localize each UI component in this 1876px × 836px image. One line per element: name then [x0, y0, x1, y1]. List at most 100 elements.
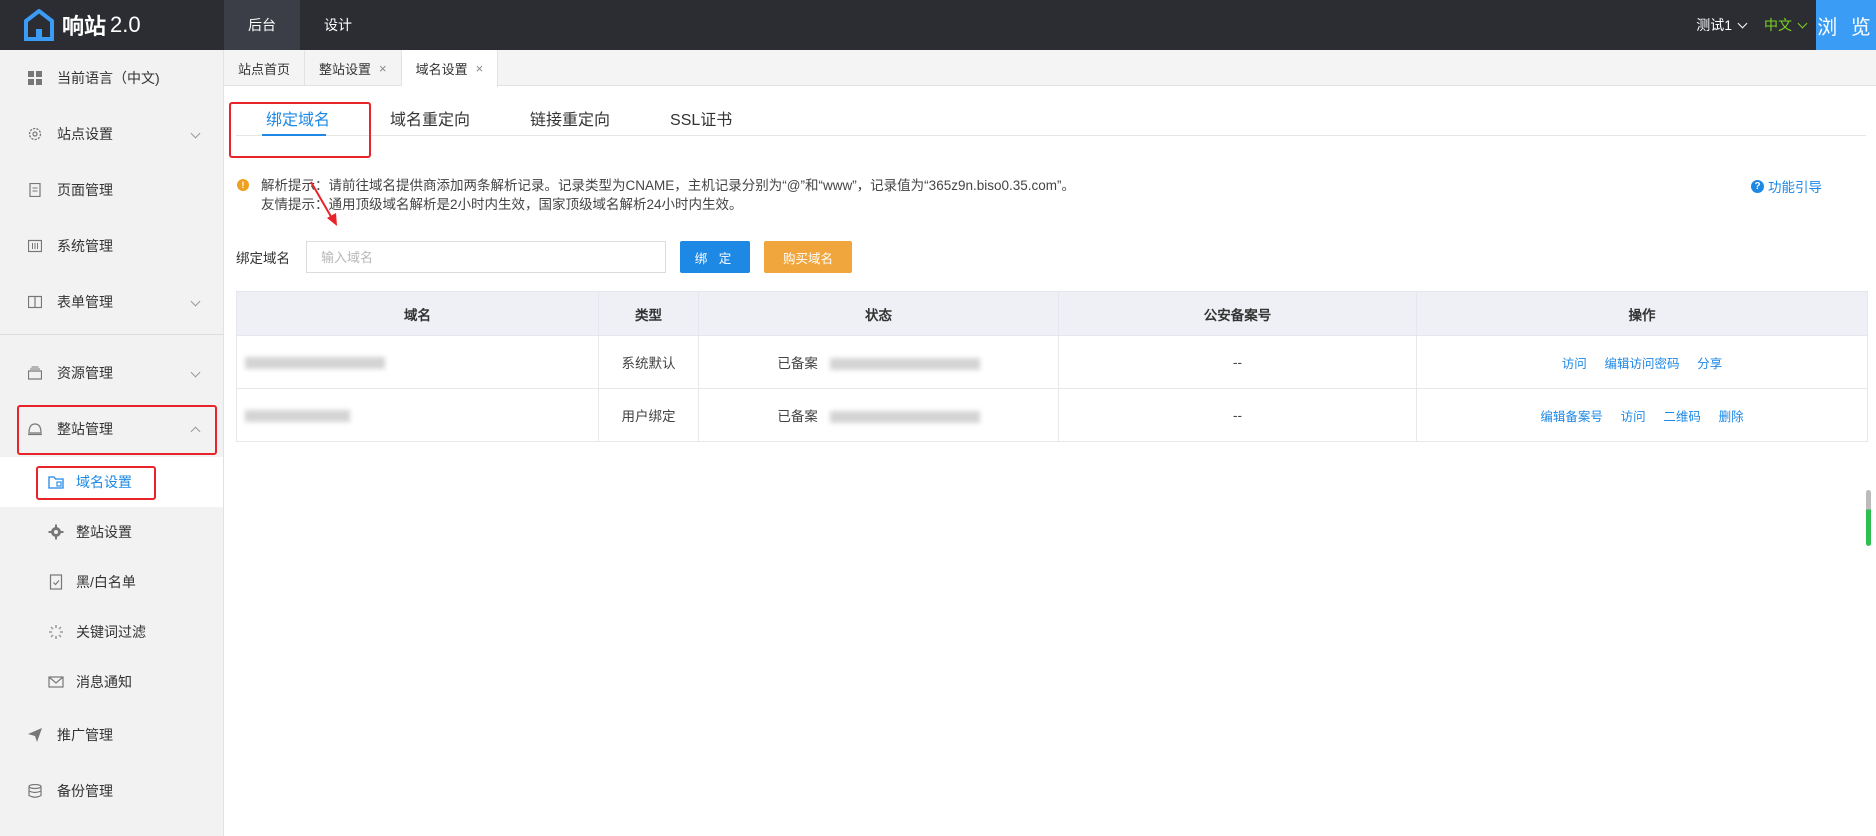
sidebar-item-backup[interactable]: 备份管理 — [0, 763, 223, 819]
scroll-indicator[interactable] — [1866, 490, 1871, 546]
sidebar-sub-blacklist[interactable]: 黑/白名单 — [0, 557, 223, 607]
edit-access-password-link[interactable]: 编辑访问密码 — [1604, 357, 1679, 371]
chevron-down-icon — [1737, 18, 1748, 28]
bind-button[interactable]: 绑 定 — [680, 241, 750, 273]
cog-icon — [48, 524, 64, 540]
column-header-type: 类型 — [598, 291, 699, 336]
sidebar-sub-site-settings[interactable]: 整站设置 — [0, 507, 223, 557]
chevron-down-icon — [1797, 18, 1808, 28]
gear-icon — [28, 127, 42, 141]
sidebar-item-system[interactable]: 系统管理 — [0, 218, 223, 274]
sidebar-item-label: 当前语言（中文) — [57, 70, 160, 86]
status-cell: 已备案 — [698, 388, 1059, 442]
sidebar-sub-label: 关键词过滤 — [76, 624, 146, 640]
house-logo-icon — [24, 9, 54, 41]
red-arrow-annotation — [310, 181, 337, 226]
domain-cell-redacted — [236, 388, 599, 442]
send-icon — [28, 728, 42, 742]
sidebar-item-resources[interactable]: 资源管理 — [0, 345, 223, 401]
top-nav: 后台 设计 — [224, 0, 376, 50]
chevron-down-icon — [190, 367, 201, 378]
form-icon — [28, 295, 42, 309]
domain-table: 域名 类型 状态 公安备案号 操作 系统默认 已备案 -- 访问 编辑访问密码 … — [236, 291, 1868, 442]
sidebar-item-label: 备份管理 — [57, 783, 113, 799]
status-label: 已备案 — [777, 356, 818, 371]
page-tab-label: 整站设置 — [319, 61, 372, 77]
top-right-area: 测试1 中文 浏 览 — [1696, 0, 1876, 50]
actions-cell: 访问 编辑访问密码 分享 — [1416, 335, 1868, 389]
feature-guide-label: 功能引导 — [1768, 180, 1822, 195]
chevron-down-icon — [190, 296, 201, 307]
tab-link-redirect[interactable]: 链接重定向 — [500, 100, 640, 136]
feature-guide-link[interactable]: ? 功能引导 — [1751, 176, 1822, 196]
column-header-status: 状态 — [698, 291, 1059, 336]
database-icon — [28, 784, 42, 798]
redacted-record-number — [829, 358, 980, 371]
tip-line-friendly: 友情提示：通用顶级域名解析是2小时内生效，国家顶级域名解析24小时内生效。 — [261, 197, 743, 212]
sidebar-item-promotion[interactable]: 推广管理 — [0, 707, 223, 763]
visit-link[interactable]: 访问 — [1621, 410, 1646, 424]
edit-record-number-link[interactable]: 编辑备案号 — [1540, 410, 1603, 424]
sidebar-item-label: 站点设置 — [57, 126, 113, 142]
close-icon[interactable]: × — [379, 61, 387, 76]
sidebar-sub-notifications[interactable]: 消息通知 — [0, 657, 223, 707]
user-name: 测试1 — [1696, 17, 1732, 33]
highlight-box-site-management — [17, 405, 217, 455]
sidebar-sub-label: 黑/白名单 — [76, 574, 136, 590]
topnav-design[interactable]: 设计 — [300, 0, 376, 50]
main-content: 绑定域名 域名重定向 链接重定向 SSL证书 ! 解析提示：请前往域名提供商添加… — [224, 86, 1876, 836]
spinner-icon — [48, 624, 64, 640]
app-name: 响站 — [62, 14, 107, 39]
highlight-box-bind-domain-tab — [229, 102, 371, 158]
page-tab-label: 域名设置 — [415, 62, 468, 77]
help-icon: ? — [1751, 179, 1764, 193]
top-bar: 响站 2.0 后台 设计 测试1 中文 浏 览 — [0, 0, 1876, 50]
bind-domain-label: 绑定域名 — [236, 251, 290, 266]
sidebar-item-language[interactable]: 当前语言（中文) — [0, 50, 223, 106]
table-row: 系统默认 已备案 -- 访问 编辑访问密码 分享 — [236, 335, 1868, 389]
sidebar-sub-keyword-filter[interactable]: 关键词过滤 — [0, 607, 223, 657]
info-icon: ! — [237, 179, 249, 191]
sidebar-sub-label: 整站设置 — [76, 524, 132, 540]
page-tab-label: 站点首页 — [238, 61, 291, 77]
close-icon[interactable]: × — [476, 61, 484, 76]
chevron-down-icon — [190, 128, 201, 139]
sidebar-sub-label: 消息通知 — [76, 674, 132, 690]
status-label: 已备案 — [777, 409, 818, 424]
resource-icon — [28, 366, 42, 380]
user-menu[interactable]: 测试1 — [1696, 15, 1748, 35]
status-cell: 已备案 — [698, 335, 1059, 389]
tab-domain-redirect[interactable]: 域名重定向 — [360, 100, 500, 136]
actions-cell: 编辑备案号 访问 二维码 删除 — [1416, 388, 1868, 442]
list-icon — [48, 574, 64, 590]
column-header-actions: 操作 — [1416, 291, 1868, 336]
sidebar-item-forms[interactable]: 表单管理 — [0, 274, 223, 330]
sidebar-item-label: 页面管理 — [57, 182, 113, 198]
language-current: 中文 — [1764, 17, 1792, 33]
language-menu[interactable]: 中文 — [1764, 15, 1808, 35]
column-header-domain: 域名 — [236, 291, 599, 336]
tip-line-dns: 解析提示：请前往域名提供商添加两条解析记录。记录类型为CNAME，主机记录分别为… — [261, 178, 1076, 193]
qrcode-link[interactable]: 二维码 — [1663, 410, 1701, 424]
page-tab-site-settings[interactable]: 整站设置 × — [305, 50, 402, 86]
buy-domain-button[interactable]: 购买域名 — [764, 241, 852, 273]
redacted-record-number — [829, 411, 980, 424]
sub-tabs: 绑定域名 域名重定向 链接重定向 SSL证书 — [236, 100, 1866, 136]
domain-input[interactable] — [306, 241, 666, 273]
sidebar-divider — [0, 334, 223, 335]
topnav-backend[interactable]: 后台 — [224, 0, 300, 50]
table-row: 用户绑定 已备案 -- 编辑备案号 访问 二维码 删除 — [236, 388, 1868, 442]
police-record-cell: -- — [1058, 335, 1417, 389]
visit-link[interactable]: 访问 — [1562, 357, 1587, 371]
app-logo[interactable]: 响站 2.0 — [0, 0, 224, 50]
tab-ssl-certificate[interactable]: SSL证书 — [640, 100, 762, 136]
sidebar-item-label: 资源管理 — [57, 365, 113, 381]
page-tab-home[interactable]: 站点首页 — [224, 50, 306, 86]
share-link[interactable]: 分享 — [1697, 357, 1722, 371]
browse-button[interactable]: 浏 览 — [1816, 0, 1876, 50]
delete-link[interactable]: 删除 — [1719, 410, 1744, 424]
page-tab-domain-settings[interactable]: 域名设置 × — [401, 50, 499, 87]
app-version: 2.0 — [110, 12, 141, 37]
sidebar-item-site-settings[interactable]: 站点设置 — [0, 106, 223, 162]
sidebar-item-pages[interactable]: 页面管理 — [0, 162, 223, 218]
